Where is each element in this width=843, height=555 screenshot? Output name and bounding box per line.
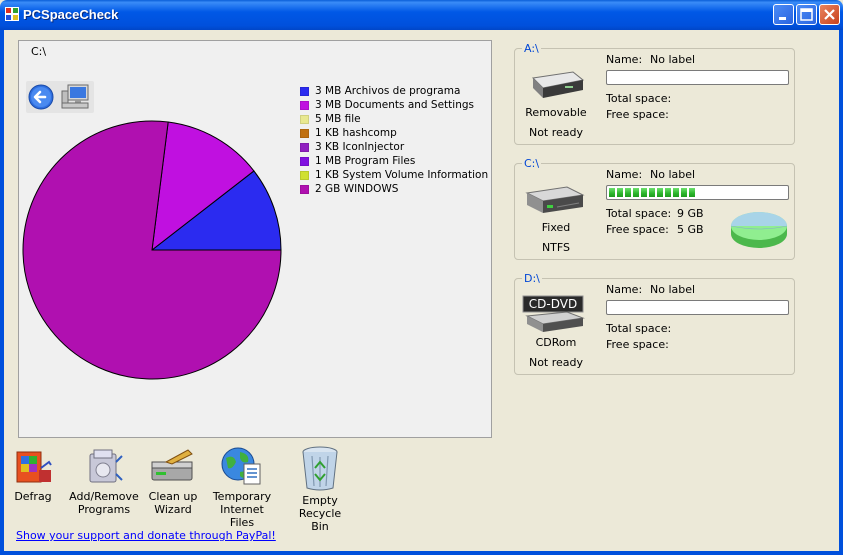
app-icon: [5, 7, 19, 21]
legend-swatch: [300, 86, 309, 96]
cleanup-wizard-button[interactable]: Clean up Wizard: [143, 444, 203, 516]
legend-label: 3 MB Archivos de programa: [315, 85, 461, 97]
drive-status: Not ready: [528, 126, 584, 139]
defrag-label: Defrag: [14, 490, 52, 503]
recycle-bin-icon: [302, 446, 338, 491]
drive-type: Fixed: [541, 221, 571, 234]
legend-item: 1 KB System Volume Information: [300, 168, 488, 182]
legend-item: 3 MB Documents and Settings: [300, 98, 488, 112]
drive-box: D:\ CD-DVD CDRom Not ready Name: No labe…: [514, 272, 795, 375]
legend-item: 1 MB Program Files: [300, 154, 488, 168]
my-computer-icon[interactable]: [60, 83, 92, 111]
usage-bar-fill: [607, 186, 788, 199]
drive-type: CDRom: [535, 336, 577, 349]
removable-drive-icon[interactable]: [521, 64, 589, 104]
legend-swatch: [300, 114, 309, 124]
legend-swatch: [300, 156, 309, 166]
legend-item: 3 KB IconInjector: [300, 140, 488, 154]
chart-legend: 3 MB Archivos de programa 3 MB Documents …: [300, 84, 488, 196]
legend-label: 2 GB WINDOWS: [315, 183, 399, 195]
temporary-internet-files-button[interactable]: Temporary Internet Files: [207, 444, 277, 529]
free-space-label: Free space:: [606, 108, 669, 121]
drive-name-value: No label: [650, 53, 696, 66]
add-remove-programs-icon: [89, 449, 123, 483]
drive-letter: A:\: [522, 42, 541, 55]
legend-item: 3 MB Archivos de programa: [300, 84, 488, 98]
add-remove-label-2: Programs: [77, 503, 131, 516]
internet-files-icon: [221, 447, 261, 485]
drive-name-value: No label: [650, 168, 696, 181]
drive-box: A:\ Removable Not ready Name: No label T…: [514, 42, 795, 145]
legend-label: 3 KB IconInjector: [315, 141, 405, 153]
total-space-label: Total space:: [606, 92, 672, 105]
recycle-label-2: Bin: [311, 520, 329, 533]
legend-item: 2 GB WINDOWS: [300, 182, 488, 196]
legend-label: 1 KB hashcomp: [315, 127, 397, 139]
close-icon: [824, 9, 835, 20]
drive-name-value: No label: [650, 283, 696, 296]
paypal-donate-link[interactable]: Show your support and donate through Pay…: [16, 529, 276, 542]
legend-swatch: [300, 170, 309, 180]
cleanup-wizard-icon: [151, 449, 193, 481]
fixed-drive-icon[interactable]: [521, 179, 589, 219]
legend-label: 3 MB Documents and Settings: [315, 99, 474, 111]
legend-item: 5 MB file: [300, 112, 488, 126]
total-space-label: Total space:: [606, 207, 672, 220]
legend-swatch: [300, 142, 309, 152]
temp-files-label-1: Temporary: [212, 490, 272, 503]
recycle-label-1: Empty Recycle: [298, 494, 342, 520]
back-arrow-icon[interactable]: [28, 84, 54, 110]
empty-recycle-bin-button[interactable]: Empty Recycle Bin: [282, 444, 358, 533]
title-bar[interactable]: PCSpaceCheck: [0, 0, 843, 30]
window-title: PCSpaceCheck: [23, 7, 119, 22]
close-button[interactable]: [819, 4, 840, 25]
drive-usage-bar: [606, 185, 789, 200]
free-space-value: 5 GB: [677, 223, 704, 236]
defrag-icon: [16, 451, 52, 483]
drive-letter: D:\: [522, 272, 542, 285]
minimize-button[interactable]: [773, 4, 794, 25]
drive-name-label: Name:: [606, 283, 643, 296]
chart-panel: C:\ 3 MB Archivos de programa 3 MB Docume…: [18, 40, 492, 438]
cdrom-drive-icon[interactable]: CD-DVD: [521, 294, 589, 334]
legend-label: 5 MB file: [315, 113, 361, 125]
drive-status: NTFS: [541, 241, 571, 254]
add-remove-label-1: Add/Remove: [69, 490, 139, 503]
drive-letter: C:\: [522, 157, 542, 170]
legend-swatch: [300, 184, 309, 194]
legend-label: 1 KB System Volume Information: [315, 169, 489, 181]
chart-nav-buttons: [26, 81, 94, 113]
add-remove-programs-button[interactable]: Add/Remove Programs: [68, 444, 140, 516]
total-space-label: Total space:: [606, 322, 672, 335]
drive-usage-pie: [730, 212, 788, 248]
legend-item: 1 KB hashcomp: [300, 126, 488, 140]
cd-dvd-label: CD-DVD: [529, 297, 577, 311]
total-space-value: 9 GB: [677, 207, 704, 220]
drive-name-label: Name:: [606, 168, 643, 181]
temp-files-label-2: Internet Files: [220, 503, 264, 529]
maximize-icon: [800, 8, 813, 21]
cleanup-label-1: Clean up: [148, 490, 198, 503]
cleanup-label-2: Wizard: [154, 503, 192, 516]
legend-label: 1 MB Program Files: [315, 155, 416, 167]
drive-type: Removable: [525, 106, 587, 119]
legend-swatch: [300, 100, 309, 110]
drive-usage-bar: [606, 300, 789, 315]
maximize-button[interactable]: [796, 4, 817, 25]
minimize-icon: [779, 17, 786, 20]
free-space-label: Free space:: [606, 338, 669, 351]
drive-usage-bar: [606, 70, 789, 85]
legend-swatch: [300, 128, 309, 138]
defrag-tool-button[interactable]: Defrag: [8, 444, 58, 503]
drive-name-label: Name:: [606, 53, 643, 66]
drive-status: Not ready: [528, 356, 584, 369]
free-space-label: Free space:: [606, 223, 669, 236]
drive-box: C:\ Fixed NTFS Name: No label Total spac…: [514, 157, 795, 260]
